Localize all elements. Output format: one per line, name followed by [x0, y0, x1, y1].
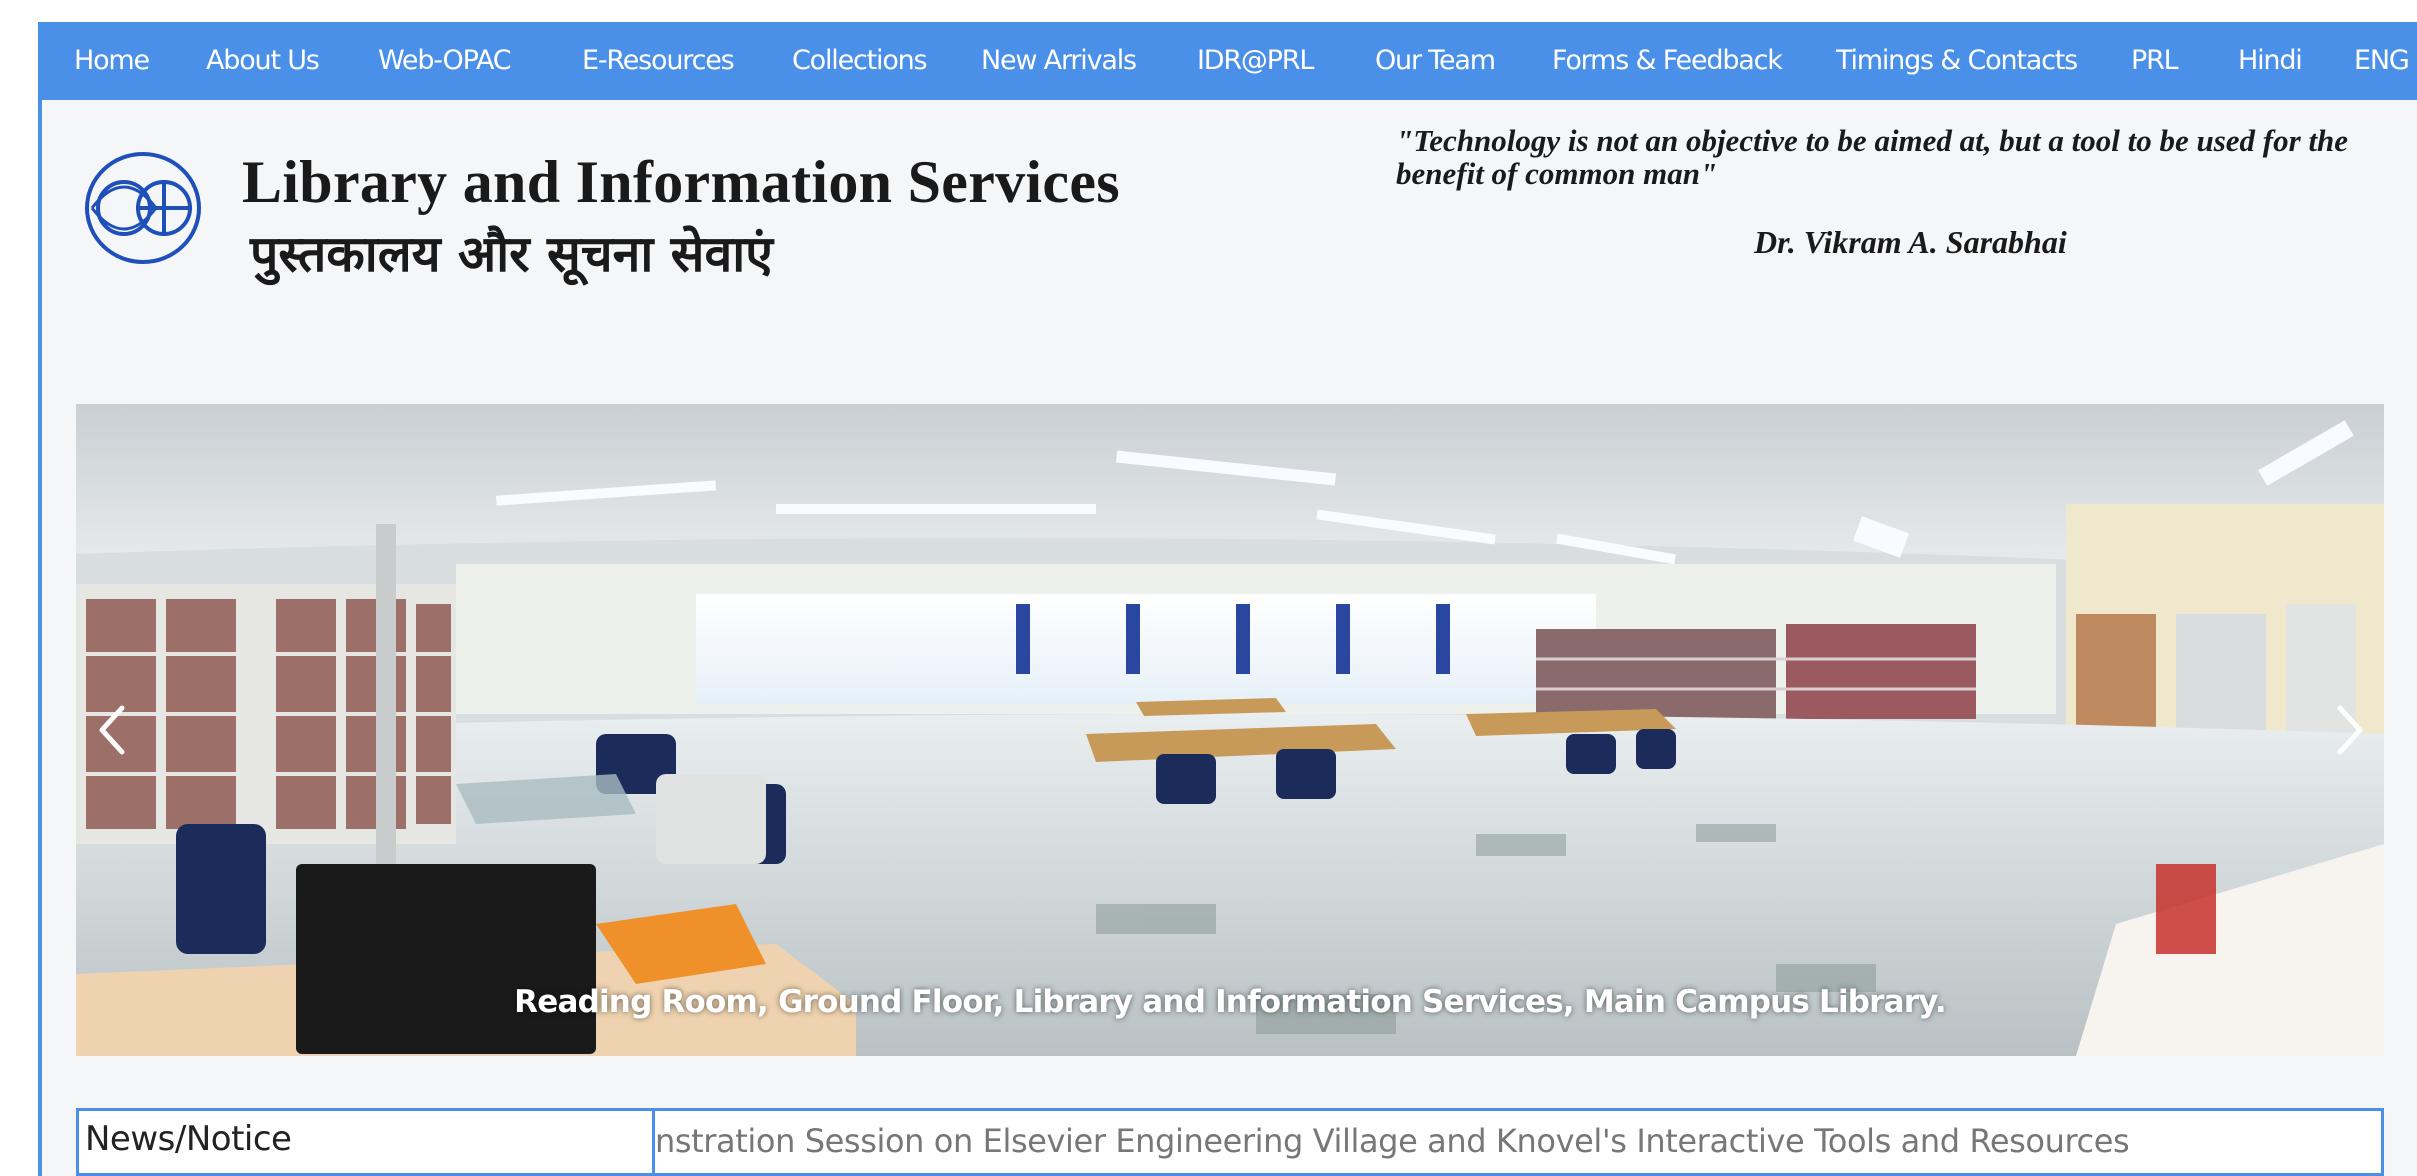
- nav-e-resources[interactable]: E-Resources: [582, 44, 735, 78]
- nav-about-us[interactable]: About Us: [206, 44, 320, 78]
- news-ticker-text[interactable]: nstration Session on Elsevier Engineerin…: [655, 1122, 2130, 1160]
- news-notice-label: News/Notice: [79, 1111, 655, 1173]
- site-title-hindi: पुस्तकालय और सूचना सेवाएं: [250, 225, 773, 283]
- image-carousel: Reading Room, Ground Floor, Library and …: [76, 404, 2384, 1056]
- nav-forms-feedback[interactable]: Forms & Feedback: [1552, 44, 1783, 78]
- news-ticker[interactable]: nstration Session on Elsevier Engineerin…: [655, 1111, 2381, 1173]
- nav-eng[interactable]: ENG: [2354, 44, 2410, 78]
- nav-prl[interactable]: PRL: [2131, 44, 2179, 78]
- carousel-caption: Reading Room, Ground Floor, Library and …: [514, 984, 1946, 1020]
- quote-text: "Technology is not an objective to be ai…: [1396, 123, 2349, 191]
- chevron-right-icon[interactable]: [2330, 700, 2370, 760]
- library-logo-icon[interactable]: [84, 146, 202, 271]
- site-title-english: Library and Information Services: [242, 149, 1120, 215]
- chevron-left-icon[interactable]: [92, 700, 132, 760]
- reading-room-photo: [76, 404, 2384, 1056]
- nav-home[interactable]: Home: [74, 44, 150, 78]
- nav-collections[interactable]: Collections: [792, 44, 928, 78]
- nav-our-team[interactable]: Our Team: [1375, 44, 1496, 78]
- quote-author: Dr. Vikram A. Sarabhai: [1754, 224, 2067, 260]
- news-notice-bar: News/Notice nstration Session on Elsevie…: [76, 1108, 2384, 1176]
- nav-hindi[interactable]: Hindi: [2238, 44, 2303, 78]
- nav-new-arrivals[interactable]: New Arrivals: [981, 44, 1137, 78]
- nav-web-opac[interactable]: Web-OPAC: [378, 44, 512, 78]
- top-nav: Home About Us Web-OPAC E-Resources Colle…: [38, 22, 2417, 100]
- nav-idr-prl[interactable]: IDR@PRL: [1197, 44, 1314, 78]
- nav-timings-contacts[interactable]: Timings & Contacts: [1836, 44, 2078, 78]
